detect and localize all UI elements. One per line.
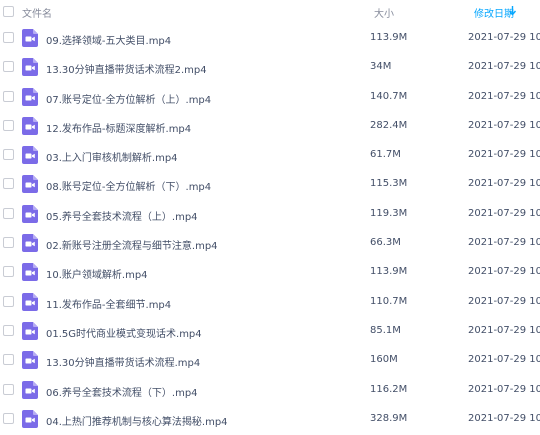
column-header-name[interactable]: 文件名 xyxy=(22,5,52,20)
file-row[interactable]: 13.30分钟直播带货话术流程.mp4 160M 2021-07-29 10:05 xyxy=(0,346,540,375)
file-row[interactable]: 01.5G时代商业模式变现话术.mp4 85.1M 2021-07-29 10:05 xyxy=(0,317,540,346)
video-file-icon xyxy=(22,175,38,194)
row-checkbox[interactable] xyxy=(3,324,14,336)
file-modified-date: 2021-07-29 10:05 xyxy=(468,119,540,131)
row-checkbox[interactable] xyxy=(3,354,14,366)
file-size: 66.3M xyxy=(370,237,401,249)
row-checkbox[interactable] xyxy=(3,383,14,395)
file-row[interactable]: 08.账号定位-全方位解析（下）.mp4 115.3M 2021-07-29 10:… xyxy=(0,170,540,199)
row-checkbox[interactable] xyxy=(3,266,14,278)
file-size: 113.9M xyxy=(370,266,408,278)
file-modified-date: 2021-07-29 10:05 xyxy=(468,354,540,366)
file-modified-date: 2021-07-29 10:05 xyxy=(468,149,540,161)
file-row[interactable]: 07.账号定位-全方位解析（上）.mp4 140.7M 2021-07-29 10:… xyxy=(0,83,540,112)
video-file-icon xyxy=(22,321,38,340)
video-file-icon xyxy=(22,146,38,165)
file-modified-date: 2021-07-29 10:05 xyxy=(468,295,540,307)
file-size: 61.7M xyxy=(370,149,401,161)
file-modified-date: 2021-07-29 10:05 xyxy=(468,32,540,43)
file-row[interactable]: 13.30分钟直播带货话术流程2.mp4 34M 2021-07-29 10:05 xyxy=(0,53,540,82)
row-checkbox[interactable] xyxy=(3,90,14,102)
file-modified-date: 2021-07-29 10:05 xyxy=(468,266,540,278)
row-checkbox[interactable] xyxy=(3,237,14,249)
video-file-icon xyxy=(22,116,38,135)
file-row[interactable]: 06.养号全套技术流程（下）.mp4 116.2M 2021-07-29 10:05 xyxy=(0,376,540,405)
file-modified-date: 2021-07-29 10:05 xyxy=(468,90,540,102)
file-size: 160M xyxy=(370,354,398,366)
video-file-icon xyxy=(22,263,38,282)
video-file-icon xyxy=(22,234,38,253)
file-list-header: 文件名 大小 修改日期 xyxy=(0,0,540,24)
video-file-icon xyxy=(22,351,38,370)
file-name[interactable]: 02.新账号注册全流程与细节注意.mp4 xyxy=(46,237,218,252)
file-row[interactable]: 05.养号全套技术流程（上）.mp4 119.3M 2021-07-29 10:05 xyxy=(0,200,540,229)
file-modified-date: 2021-07-29 10:05 xyxy=(468,412,540,424)
video-file-icon xyxy=(22,380,38,399)
file-size: 140.7M xyxy=(370,90,408,102)
row-checkbox[interactable] xyxy=(3,149,14,161)
select-all-checkbox[interactable] xyxy=(3,6,14,17)
row-checkbox[interactable] xyxy=(3,32,14,43)
row-checkbox[interactable] xyxy=(3,61,14,73)
file-size: 34M xyxy=(370,61,392,73)
row-checkbox[interactable] xyxy=(3,207,14,219)
file-name[interactable]: 06.养号全套技术流程（下）.mp4 xyxy=(46,384,198,399)
row-checkbox[interactable] xyxy=(3,119,14,131)
video-file-icon xyxy=(22,29,38,47)
file-row[interactable]: 03.上入门审核机制解析.mp4 61.7M 2021-07-29 10:05 xyxy=(0,141,540,170)
file-name[interactable]: 08.账号定位-全方位解析（下）.mp4 xyxy=(46,178,211,193)
file-row[interactable]: 02.新账号注册全流程与细节注意.mp4 66.3M 2021-07-29 10:0… xyxy=(0,229,540,258)
file-row[interactable]: 11.发布作品-全套细节.mp4 110.7M 2021-07-29 10:05 xyxy=(0,288,540,317)
file-name[interactable]: 07.账号定位-全方位解析（上）.mp4 xyxy=(46,91,211,106)
file-size: 282.4M xyxy=(370,119,408,131)
file-modified-date: 2021-07-29 10:05 xyxy=(468,237,540,249)
video-file-icon xyxy=(22,204,38,223)
file-name[interactable]: 04.上热门推荐机制与核心算法揭秘.mp4 xyxy=(46,413,228,428)
file-size: 110.7M xyxy=(370,295,408,307)
file-row[interactable]: 12.发布作品-标题深度解析.mp4 282.4M 2021-07-29 10:05 xyxy=(0,112,540,141)
row-checkbox[interactable] xyxy=(3,295,14,307)
file-modified-date: 2021-07-29 10:05 xyxy=(468,324,540,336)
file-name[interactable]: 03.上入门审核机制解析.mp4 xyxy=(46,149,178,164)
row-checkbox[interactable] xyxy=(3,412,14,424)
file-size: 116.2M xyxy=(370,383,408,395)
arrow-down-icon[interactable] xyxy=(508,5,517,16)
file-row[interactable]: 10.账户领域解析.mp4 113.9M 2021-07-29 10:05 xyxy=(0,258,540,287)
file-size: 328.9M xyxy=(370,412,408,424)
file-row[interactable]: 09.选择领域-五大类目.mp4 113.9M 2021-07-29 10:05 xyxy=(0,24,540,53)
video-file-icon xyxy=(22,409,38,428)
file-name[interactable]: 01.5G时代商业模式变现话术.mp4 xyxy=(46,325,202,340)
video-file-icon xyxy=(22,292,38,311)
file-name[interactable]: 13.30分钟直播带货话术流程.mp4 xyxy=(46,354,200,369)
file-name[interactable]: 09.选择领域-五大类目.mp4 xyxy=(46,32,171,47)
file-modified-date: 2021-07-29 10:05 xyxy=(468,207,540,219)
file-size: 113.9M xyxy=(370,32,408,43)
file-row[interactable]: 04.上热门推荐机制与核心算法揭秘.mp4 328.9M 2021-07-29 10… xyxy=(0,405,540,434)
file-modified-date: 2021-07-29 10:05 xyxy=(468,178,540,190)
file-name[interactable]: 12.发布作品-标题深度解析.mp4 xyxy=(46,120,191,135)
file-size: 85.1M xyxy=(370,324,401,336)
file-name[interactable]: 10.账户领域解析.mp4 xyxy=(46,266,148,281)
file-name[interactable]: 13.30分钟直播带货话术流程2.mp4 xyxy=(46,61,207,76)
file-modified-date: 2021-07-29 10:05 xyxy=(468,61,540,73)
row-checkbox[interactable] xyxy=(3,178,14,190)
file-name[interactable]: 11.发布作品-全套细节.mp4 xyxy=(46,296,171,311)
file-size: 119.3M xyxy=(370,207,408,219)
file-size: 115.3M xyxy=(370,178,408,190)
file-modified-date: 2021-07-29 10:05 xyxy=(468,383,540,395)
video-file-icon xyxy=(22,58,38,77)
column-header-size[interactable]: 大小 xyxy=(374,5,394,20)
file-name[interactable]: 05.养号全套技术流程（上）.mp4 xyxy=(46,208,198,223)
video-file-icon xyxy=(22,87,38,106)
file-list: 09.选择领域-五大类目.mp4113.9M2021-07-29 10:0513… xyxy=(0,24,540,434)
